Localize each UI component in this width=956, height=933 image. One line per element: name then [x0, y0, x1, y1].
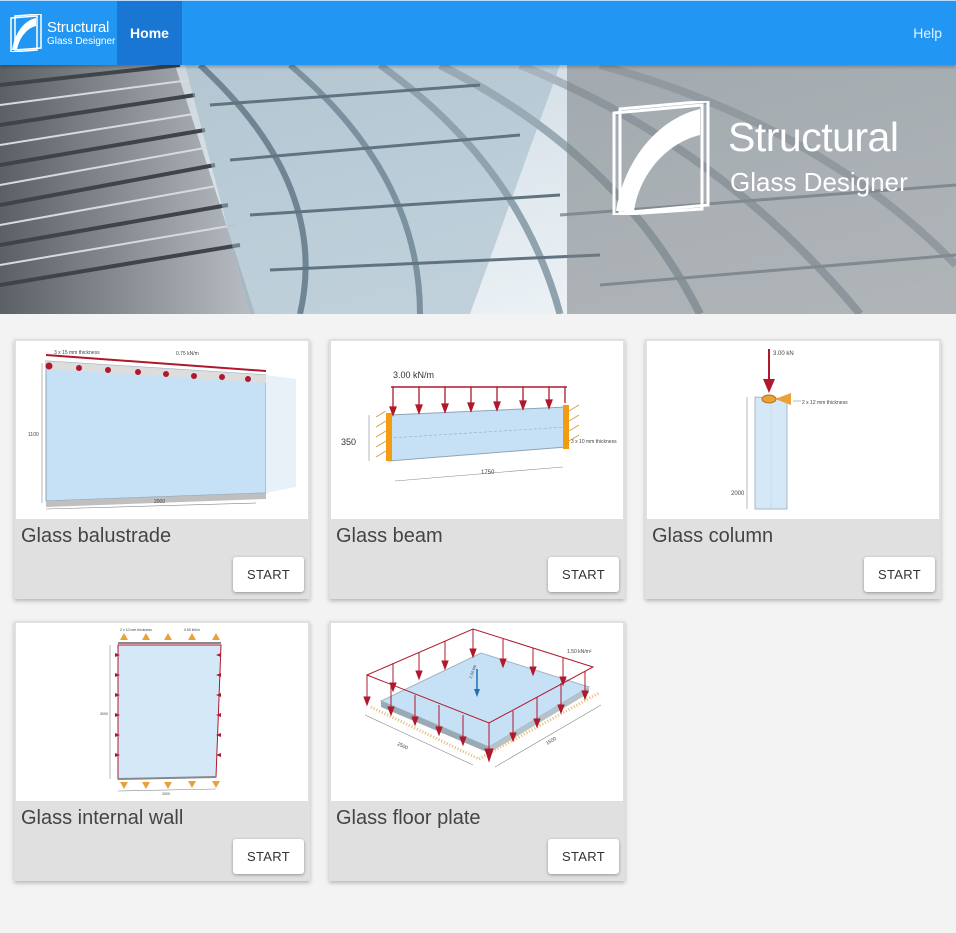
load-label: 3.00 kN	[773, 351, 794, 357]
load-label: 0.50 kN/m	[184, 628, 200, 632]
card-title: Glass balustrade	[21, 525, 172, 547]
load-label: 0.75 kN/m	[176, 351, 199, 357]
glass-pane-logo-icon	[10, 14, 42, 52]
start-glass-internal-wall-button[interactable]: START	[233, 839, 304, 874]
depth-label: 1500	[545, 736, 558, 747]
start-glass-beam-button[interactable]: START	[548, 557, 619, 592]
load-label: 3.00 kN/m	[393, 370, 434, 380]
card-title: Glass internal wall	[21, 807, 184, 829]
height-label: 1100	[28, 432, 39, 438]
top-navbar: Structural Glass Designer Home Help	[0, 0, 956, 65]
hero-title-line2: Glass Designer	[730, 167, 908, 197]
glass-beam-drawing: 3.00 kN/m 350 1750 3 x 10 mm thickness	[341, 370, 617, 482]
span-label: 1750	[481, 470, 495, 476]
load-label: 1.50 kN/m²	[567, 649, 592, 655]
card-glass-beam: 3.00 kN/m 350 1750 3 x 10 mm thickness G…	[329, 339, 625, 599]
card-glass-floor-plate: 1.50 kN/m² 2.00 kN 2500 1500 Glass floor…	[329, 621, 625, 881]
card-image: 3.00 kN/m 350 1750 3 x 10 mm thickness	[331, 341, 623, 519]
card-image: 3 x 15 mm thickness 0.75 kN/m 1100 2000	[16, 341, 308, 519]
card-image: 1.50 kN/m² 2.00 kN 2500 1500	[331, 623, 623, 801]
glass-internal-wall-drawing: 2 x 10 mm thickness 0.50 kN/m 3000 2000	[100, 628, 222, 796]
card-title: Glass beam	[336, 525, 443, 547]
hero-title-line1: Structural	[728, 114, 899, 160]
width-label: 2000	[162, 792, 170, 796]
glass-floor-plate-drawing: 1.50 kN/m² 2.00 kN 2500 1500	[363, 628, 602, 768]
brand-logo-link[interactable]: Structural Glass Designer	[0, 1, 117, 65]
card-title: Glass column	[652, 525, 774, 547]
thickness-label: 2 x 10 mm thickness	[120, 628, 152, 632]
start-glass-floor-plate-button[interactable]: START	[548, 839, 619, 874]
start-glass-column-button[interactable]: START	[864, 557, 935, 592]
thickness-label: 3 x 10 mm thickness	[571, 439, 617, 445]
height-label: 2000	[731, 491, 745, 497]
card-glass-internal-wall: 2 x 10 mm thickness 0.50 kN/m 3000 2000 …	[14, 621, 310, 881]
height-label: 3000	[100, 712, 108, 716]
card-image: 3.00 kN 2 x 12 mm thickness 2000	[647, 341, 939, 519]
hero-banner: Structural Glass Designer	[0, 65, 956, 314]
nav-home-link[interactable]: Home	[117, 1, 182, 65]
nav-help-link[interactable]: Help	[913, 1, 942, 65]
brand-name-line1: Structural	[47, 18, 110, 36]
glass-column-drawing: 3.00 kN 2 x 12 mm thickness 2000	[731, 349, 848, 510]
card-glass-column: 3.00 kN 2 x 12 mm thickness 2000 Glass c…	[645, 339, 941, 599]
card-glass-balustrade: 3 x 15 mm thickness 0.75 kN/m 1100 2000 …	[14, 339, 310, 599]
glass-pane-logo-icon	[612, 101, 710, 215]
glass-balustrade-drawing: 3 x 15 mm thickness 0.75 kN/m 1100 2000	[28, 350, 296, 510]
width-label: 2000	[154, 499, 165, 505]
height-label: 350	[341, 437, 356, 447]
width-label: 2500	[396, 741, 409, 751]
start-glass-balustrade-button[interactable]: START	[233, 557, 304, 592]
thickness-label: 3 x 15 mm thickness	[54, 350, 100, 356]
brand-name-line2: Glass Designer	[47, 35, 116, 47]
card-image: 2 x 10 mm thickness 0.50 kN/m 3000 2000	[16, 623, 308, 801]
card-title: Glass floor plate	[336, 807, 481, 829]
thickness-label: 2 x 12 mm thickness	[802, 400, 848, 406]
